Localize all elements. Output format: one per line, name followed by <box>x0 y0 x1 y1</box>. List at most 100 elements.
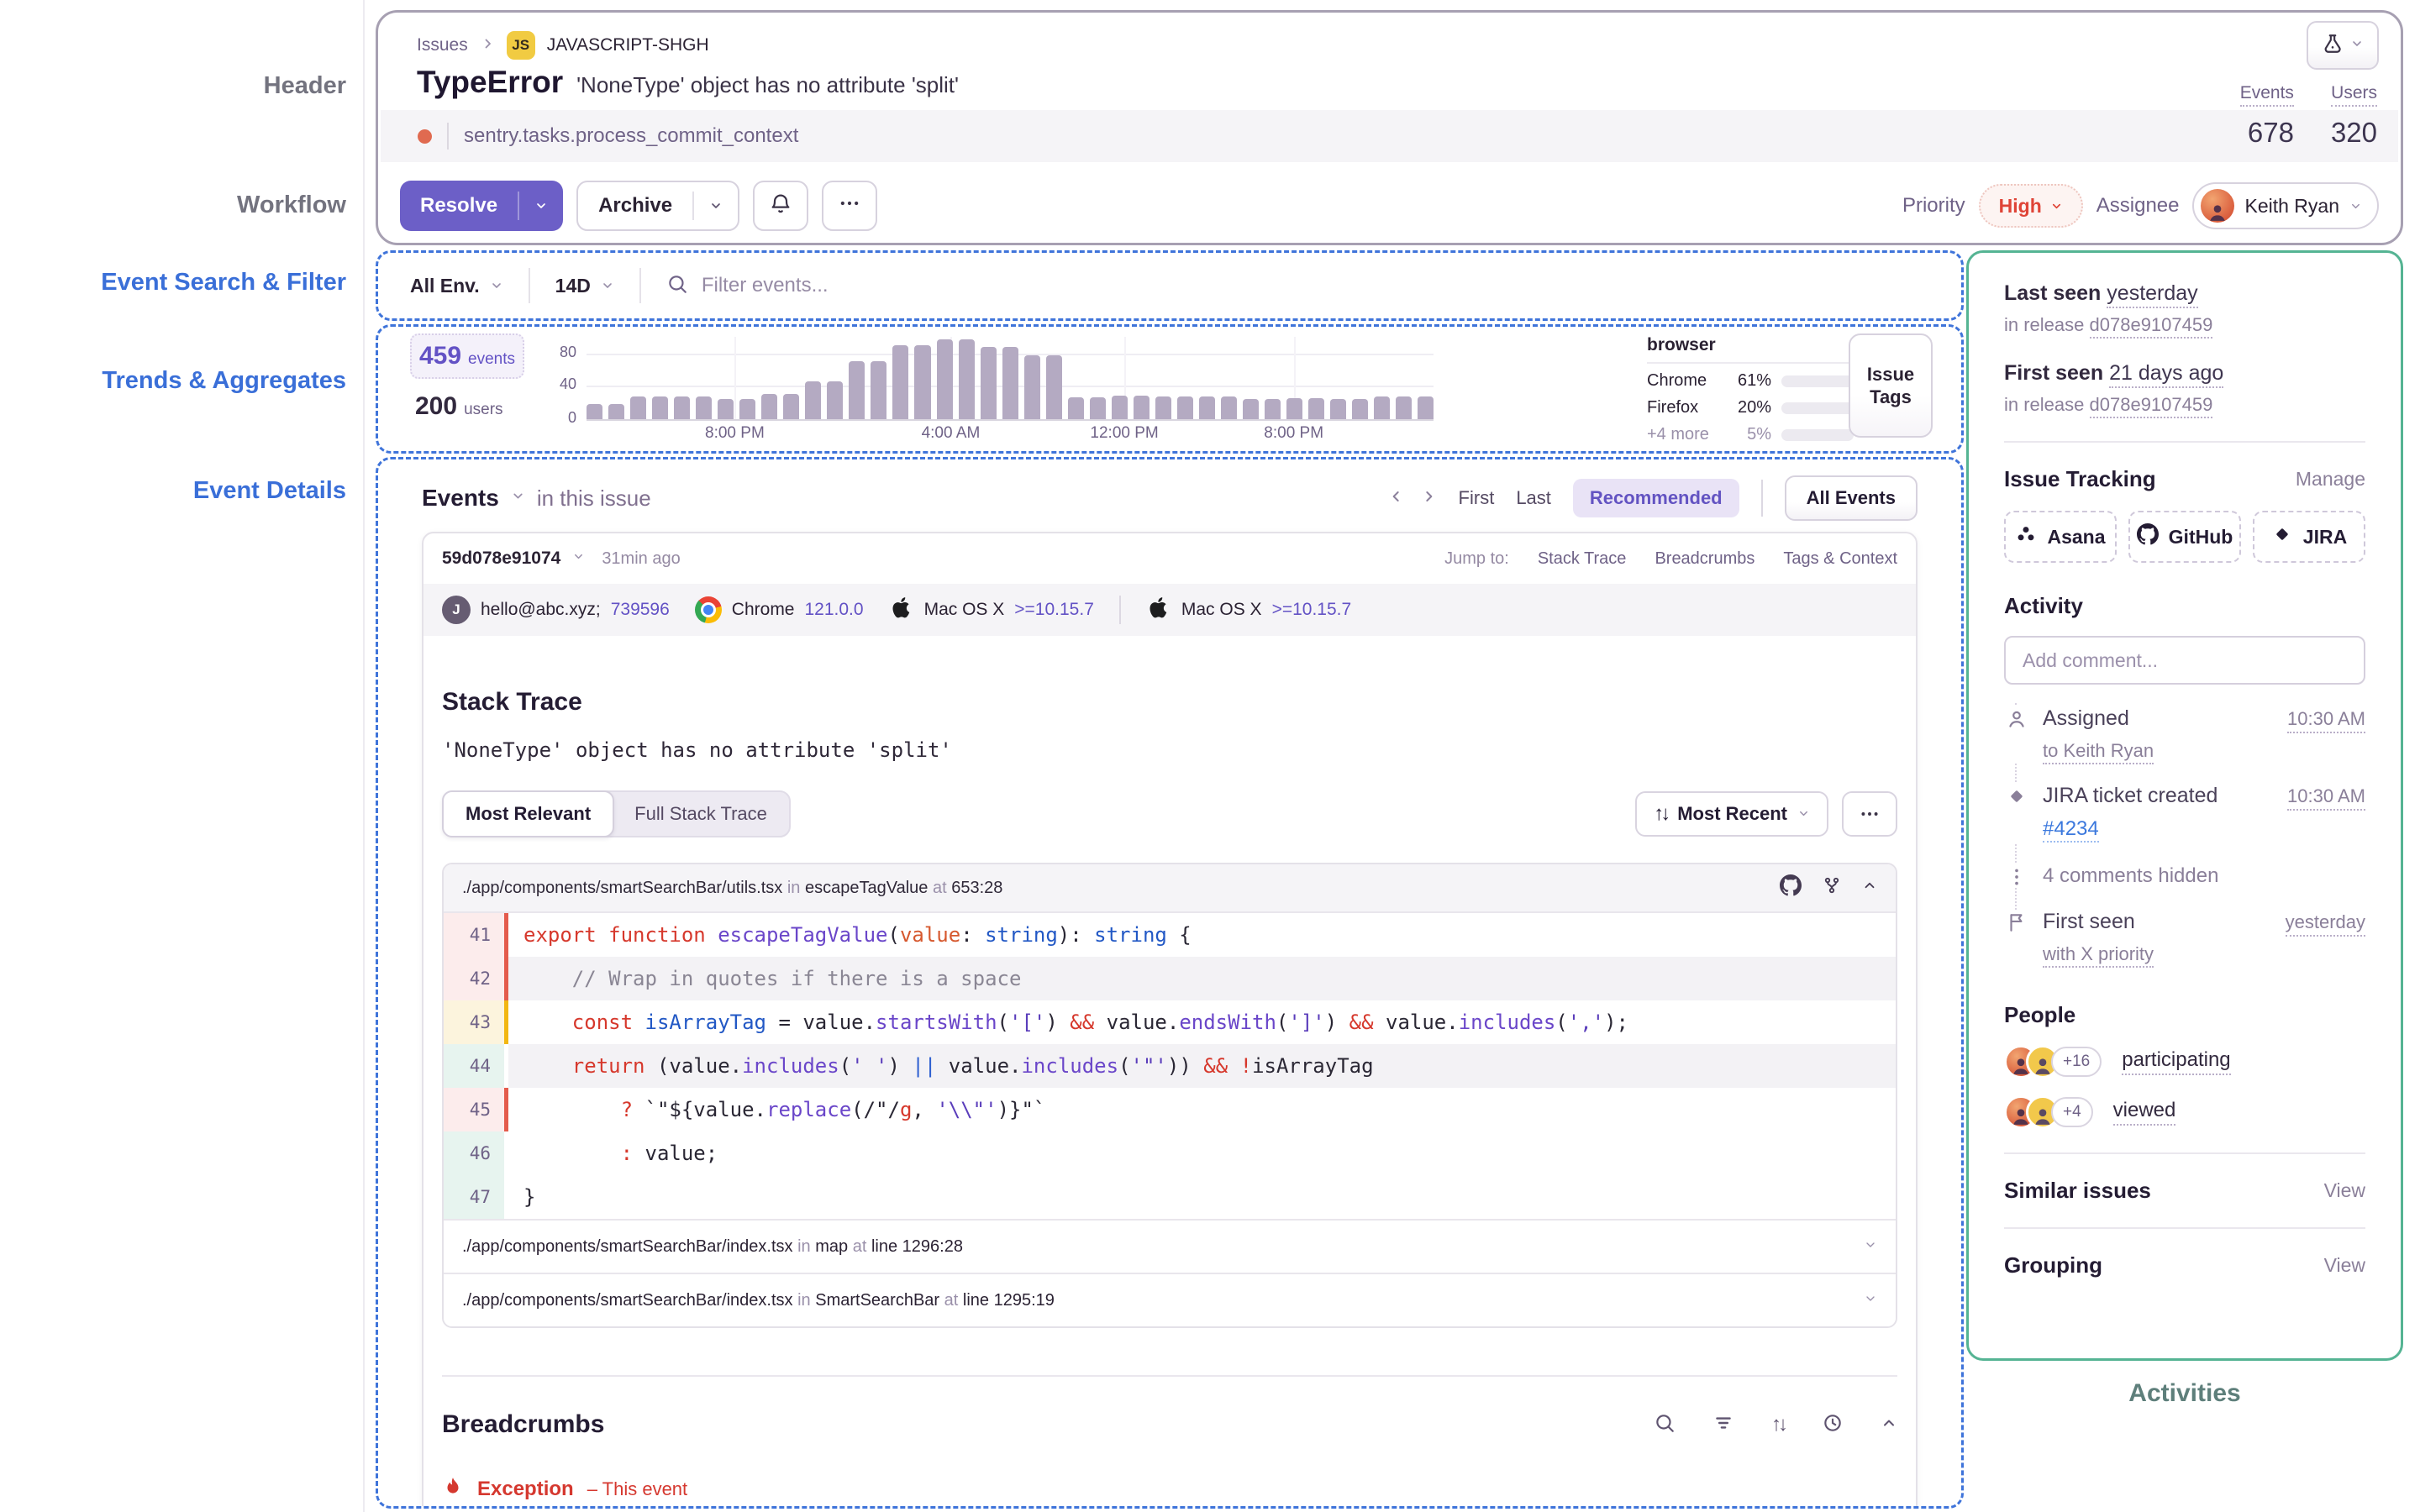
tag-facets: browser Chrome61% Firefox20% +4 more5% <box>1647 335 1857 444</box>
x-axis-tick: 8:00 PM <box>1264 424 1323 443</box>
chevron-down-icon[interactable] <box>572 550 585 567</box>
breadcrumb-row-exception[interactable]: Exception – This event <box>442 1476 1897 1502</box>
apple-icon <box>889 595 914 625</box>
histogram-bar <box>1046 355 1062 419</box>
chevron-down-icon[interactable] <box>511 489 525 507</box>
context-chip[interactable]: Jhello@abc.xyz;739596 <box>442 596 670 624</box>
grouping-view-link[interactable]: View <box>2324 1254 2365 1277</box>
users-stat-label[interactable]: Users <box>2331 83 2377 107</box>
stack-trace-more-button[interactable] <box>1842 791 1897 837</box>
integration-asana-button[interactable]: Asana <box>2004 511 2117 563</box>
histogram-bar <box>981 347 997 419</box>
histogram-bar <box>696 396 712 419</box>
stack-frame-header[interactable]: ./app/components/smartSearchBar/utils.ts… <box>444 864 1896 913</box>
breadcrumb-issues-link[interactable]: Issues <box>417 35 468 55</box>
context-chip[interactable]: Mac OS X>=10.15.7 <box>889 595 1094 625</box>
frame-path: ./app/components/smartSearchBar/utils.ts… <box>462 879 782 897</box>
history-clock-icon[interactable] <box>1822 1412 1844 1438</box>
tag-facet-row[interactable]: +4 more5% <box>1647 425 1857 444</box>
archive-button[interactable]: Archive <box>576 181 739 231</box>
collapse-chevron-up-icon[interactable] <box>1881 1415 1897 1436</box>
events-histogram: 804008:00 PM4:00 AM12:00 PM8:00 PM <box>543 333 1434 444</box>
histogram-bar <box>1090 397 1106 419</box>
filter-events-input[interactable] <box>702 274 1929 297</box>
jira-ticket-link[interactable]: #4234 <box>2043 817 2099 843</box>
first-event-link[interactable]: First <box>1459 487 1495 509</box>
search-icon[interactable] <box>1654 1412 1676 1438</box>
histogram-bar <box>1352 399 1368 420</box>
issue-tags-button[interactable]: Issue Tags <box>1849 333 1933 438</box>
histogram-bar <box>1221 396 1237 419</box>
first-seen-value[interactable]: 21 days ago <box>2109 361 2223 388</box>
issue-title: TypeError <box>417 65 563 100</box>
collapsed-stack-frame[interactable]: ./app/components/smartSearchBar/index.ts… <box>444 1219 1896 1273</box>
histogram-bar <box>1418 396 1434 419</box>
events-stat-label[interactable]: Events <box>2240 83 2294 107</box>
people-count-pill[interactable]: +4 <box>2051 1097 2093 1127</box>
histogram-bar <box>1374 396 1390 419</box>
people-count-pill[interactable]: +16 <box>2051 1047 2102 1077</box>
date-range-select[interactable]: 14D <box>555 275 614 297</box>
previous-event-button[interactable] <box>1388 488 1405 509</box>
divider <box>442 1375 1897 1377</box>
tag-facet-row[interactable]: Chrome61% <box>1647 371 1857 391</box>
people-row-label[interactable]: viewed <box>2113 1099 2176 1126</box>
histogram-bar <box>1002 347 1018 419</box>
github-icon <box>2137 523 2159 550</box>
similar-issues-title: Similar issues <box>2004 1178 2151 1204</box>
issue-header-card: Issues JS JAVASCRIPT-SHGH TypeError 'Non… <box>376 10 2403 245</box>
last-seen-label: Last seen <box>2004 281 2101 305</box>
next-event-button[interactable] <box>1420 488 1437 509</box>
collapsed-stack-frame[interactable]: ./app/components/smartSearchBar/index.ts… <box>444 1273 1896 1326</box>
annotation-label-header: Header <box>17 72 346 100</box>
tab-most-relevant[interactable]: Most Relevant <box>442 790 614 837</box>
code-line: 43 const isArrayTag = value.startsWith('… <box>444 1000 1896 1044</box>
recommended-event-pill[interactable]: Recommended <box>1573 479 1739 517</box>
jump-link-breadcrumbs[interactable]: Breadcrumbs <box>1655 549 1754 569</box>
chevron-down-icon <box>1864 1237 1877 1257</box>
archive-dropdown-chevron-icon[interactable] <box>694 199 738 213</box>
users-stat-value: 320 <box>2331 117 2377 149</box>
github-icon[interactable] <box>1780 874 1802 901</box>
experiment-menu-button[interactable] <box>2307 21 2379 70</box>
chevron-up-icon[interactable] <box>1862 878 1877 898</box>
add-comment-input[interactable] <box>2004 636 2365 685</box>
jump-to-label: Jump to: <box>1444 549 1509 569</box>
assignee-select[interactable]: Keith Ryan <box>2192 182 2379 229</box>
assignee-name: Keith Ryan <box>2244 195 2339 218</box>
subscribe-bell-button[interactable] <box>753 181 808 231</box>
people-row-label[interactable]: participating <box>2122 1048 2230 1075</box>
similar-issues-view-link[interactable]: View <box>2324 1179 2365 1202</box>
resolve-dropdown-chevron-icon[interactable] <box>519 199 563 213</box>
sort-most-recent-button[interactable]: ↑↓ Most Recent <box>1635 791 1828 837</box>
priority-select[interactable]: High <box>1979 184 2083 228</box>
all-events-button[interactable]: All Events <box>1785 475 1918 521</box>
last-seen-value[interactable]: yesterday <box>2107 281 2197 308</box>
context-chip[interactable]: Mac OS X>=10.15.7 <box>1146 595 1351 625</box>
histogram-bar <box>1243 399 1259 419</box>
context-chip[interactable]: Chrome121.0.0 <box>695 596 864 623</box>
filter-icon[interactable] <box>1712 1412 1734 1438</box>
more-actions-button[interactable] <box>822 181 877 231</box>
sort-arrows-icon[interactable]: ↑↓ <box>1771 1413 1785 1436</box>
events-count-toggle[interactable]: 459 events <box>410 333 524 379</box>
tab-full-stack-trace[interactable]: Full Stack Trace <box>613 792 789 836</box>
manage-link[interactable]: Manage <box>2296 468 2365 491</box>
resolve-button[interactable]: Resolve <box>400 181 563 231</box>
release-hash-link[interactable]: d078e9107459 <box>2090 394 2213 418</box>
annotation-margin-divider <box>363 0 365 1512</box>
suspect-commit-icon[interactable] <box>1822 875 1842 900</box>
first-seen-label: First seen <box>2004 361 2103 385</box>
activity-item: First seenyesterday with X priority <box>2004 910 2365 965</box>
last-event-link[interactable]: Last <box>1516 487 1551 509</box>
users-count-toggle[interactable]: 200 users <box>415 392 503 421</box>
integration-github-button[interactable]: GitHub <box>2128 511 2241 563</box>
event-id[interactable]: 59d078e91074 <box>442 549 560 569</box>
release-hash-link[interactable]: d078e9107459 <box>2090 314 2213 339</box>
tag-facet-row[interactable]: Firefox20% <box>1647 398 1857 417</box>
jump-link-tags-context[interactable]: Tags & Context <box>1783 549 1897 569</box>
integration-jira-button[interactable]: JIRA <box>2253 511 2365 563</box>
jump-link-stack-trace[interactable]: Stack Trace <box>1538 549 1627 569</box>
environment-select[interactable]: All Env. <box>410 275 503 297</box>
culprit-bar: sentry.tasks.process_commit_context <box>381 110 2398 162</box>
